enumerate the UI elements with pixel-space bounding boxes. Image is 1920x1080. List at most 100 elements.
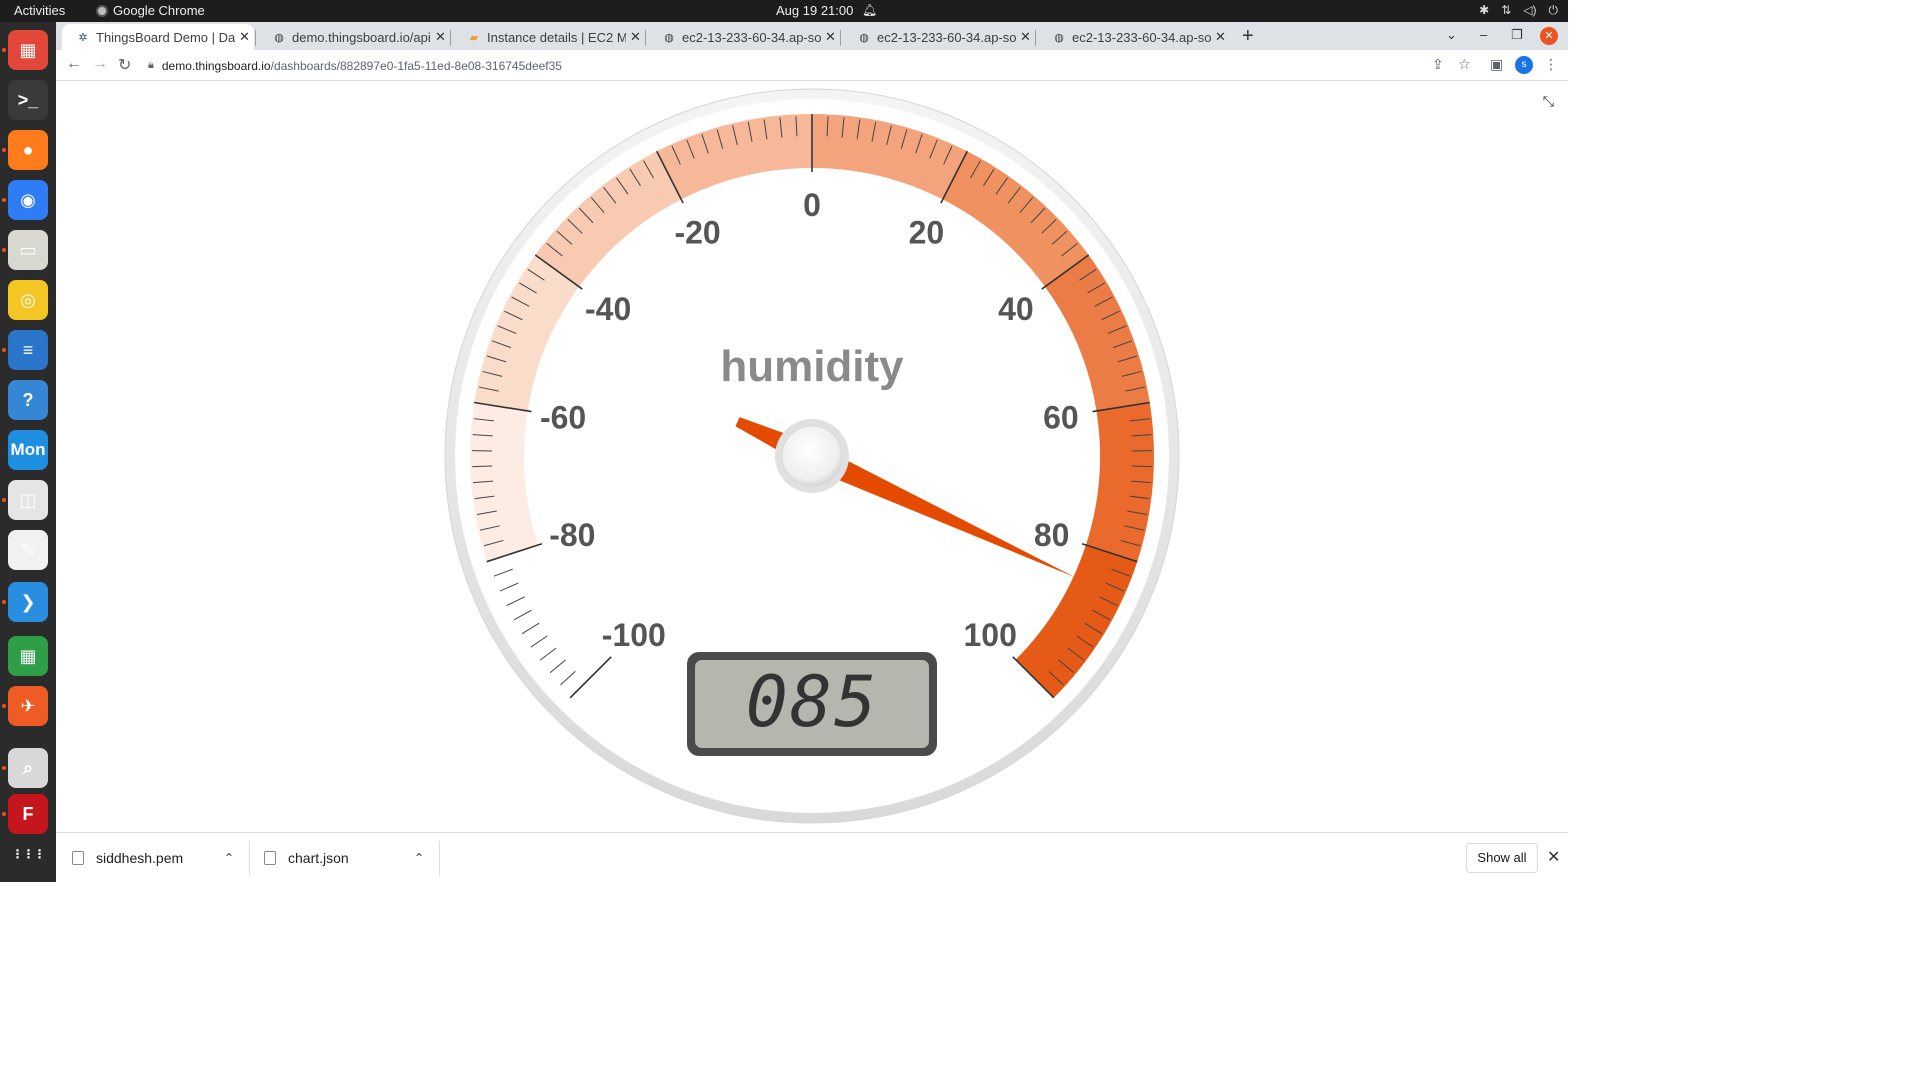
- chrome-icon[interactable]: ◉: [8, 180, 48, 220]
- dock-glyph: ✈: [20, 695, 36, 716]
- dock-glyph: ●: [22, 139, 34, 160]
- browser-tab[interactable]: ◍ ec2-13-233-60-34.ap-south-1✕: [648, 24, 840, 50]
- tab-close-icon[interactable]: ✕: [1211, 29, 1230, 45]
- terminal-icon[interactable]: >_: [8, 80, 48, 120]
- notification-bell-icon: 🔔︎: [862, 3, 878, 17]
- file-icon: [72, 851, 84, 865]
- system-tray[interactable]: ✱ ⇅ ◁) ⏻: [1479, 3, 1558, 18]
- tab-title: ec2-13-233-60-34.ap-south-1: [1072, 29, 1211, 45]
- writer-icon[interactable]: ≡: [8, 330, 48, 370]
- bookmark-star-icon[interactable]: ☆: [1458, 56, 1471, 73]
- running-indicator: [2, 198, 6, 202]
- minimize-icon[interactable]: –: [1480, 27, 1487, 42]
- bluetooth-icon: ✱: [1479, 3, 1490, 17]
- browser-tab[interactable]: ◍ ec2-13-233-60-34.ap-south-1✕: [1038, 24, 1230, 50]
- files-icon[interactable]: ▭: [8, 230, 48, 270]
- dock-glyph: ✎: [20, 539, 36, 560]
- gauge-tick-label: -60: [540, 400, 586, 436]
- search-icon[interactable]: ⌕: [8, 748, 48, 788]
- tab-title: Instance details | EC2 Management Consol…: [487, 29, 626, 45]
- system-top-bar: Activities Google Chrome Aug 19 21:00 🔔︎…: [0, 0, 1568, 22]
- forward-icon[interactable]: →: [92, 55, 108, 73]
- dock-glyph: ≡: [22, 339, 34, 360]
- gauge-tick-label: -40: [585, 291, 631, 327]
- dock-glyph: ◉: [20, 189, 36, 210]
- postman-icon[interactable]: ✈: [8, 686, 48, 726]
- running-indicator: [2, 812, 6, 816]
- url-host: demo.thingsboard.io: [161, 58, 271, 73]
- download-item[interactable]: chart.json ⌃: [264, 833, 428, 883]
- dock-glyph: ⋮⋮⋮: [11, 847, 46, 861]
- globe-icon: ◍: [664, 31, 674, 44]
- gauge-tick-label: 20: [909, 214, 945, 250]
- reload-icon[interactable]: ↻: [118, 55, 131, 75]
- chevron-up-icon[interactable]: ⌃: [224, 851, 234, 865]
- text-editor-icon[interactable]: ✎: [8, 530, 48, 570]
- gauge-hub: [781, 425, 843, 487]
- dock-glyph: ?: [22, 389, 34, 410]
- tab-close-icon[interactable]: ✕: [431, 29, 450, 45]
- gauge-minor-tick: [472, 465, 493, 468]
- tab-strip: ✲ThingsBoard Demo | Dashboards✕◍demo.thi…: [56, 22, 1568, 50]
- gear-icon: ✲: [78, 31, 88, 44]
- address-bar[interactable]: 🔒︎ demo.thingsboard.io/dashboards/882897…: [148, 53, 1428, 78]
- browser-tab[interactable]: ✲ ThingsBoard Demo | Dashboards✕: [62, 24, 254, 50]
- download-filename: chart.json: [288, 850, 349, 866]
- gauge-tick-label: -100: [602, 617, 666, 653]
- clock[interactable]: Aug 19 21:00: [776, 3, 853, 18]
- help-icon[interactable]: ?: [8, 380, 48, 420]
- divider: [249, 841, 250, 875]
- activities-button[interactable]: Activities: [14, 3, 65, 18]
- value-display-text: 085: [746, 661, 878, 743]
- humidity-gauge: -100 -80 -60 -40 -20 0 20 40 60 80 100 humidity 085: [444, 88, 1180, 824]
- filezilla-icon[interactable]: F: [8, 794, 48, 834]
- monitor-icon[interactable]: Mon: [8, 430, 48, 470]
- window-close-icon[interactable]: ✕: [1540, 27, 1558, 45]
- power-icon: ⏻: [1548, 3, 1559, 17]
- tab-title: ThingsBoard Demo | Dashboards: [96, 29, 235, 45]
- network-icon: ⇅: [1501, 3, 1512, 17]
- download-item[interactable]: siddhesh.pem ⌃: [72, 833, 236, 883]
- lock-icon[interactable]: 🔒︎: [148, 59, 154, 72]
- calc-icon[interactable]: ▦: [8, 636, 48, 676]
- divider: [439, 841, 440, 875]
- globe-icon: ◍: [1054, 31, 1064, 44]
- browser-tab[interactable]: ◍ ec2-13-233-60-34.ap-south-1✕: [843, 24, 1035, 50]
- gauge-title: humidity: [720, 342, 904, 391]
- running-indicator: [2, 148, 6, 152]
- running-indicator: [2, 600, 6, 604]
- side-panel-icon[interactable]: ▣: [1490, 56, 1503, 73]
- tab-close-icon[interactable]: ✕: [235, 29, 254, 45]
- chevron-up-icon[interactable]: ⌃: [414, 851, 424, 865]
- dock-glyph: >_: [17, 89, 39, 110]
- close-shelf-icon[interactable]: ✕: [1547, 847, 1560, 867]
- browser-toolbar: ← → ↻ 🔒︎ demo.thingsboard.io/dashboards/…: [56, 50, 1568, 81]
- tab-title: ec2-13-233-60-34.ap-south-1: [682, 29, 821, 45]
- new-tab-button[interactable]: +: [1242, 25, 1254, 48]
- share-icon[interactable]: ⇪: [1432, 56, 1444, 73]
- software-center-icon[interactable]: ▦: [8, 30, 48, 70]
- document-viewer-icon[interactable]: ◫: [8, 480, 48, 520]
- browser-tab[interactable]: ◍ demo.thingsboard.io/api ✕: [258, 24, 450, 50]
- profile-avatar[interactable]: s: [1515, 56, 1533, 74]
- vscode-icon[interactable]: ❯: [8, 582, 48, 622]
- exit-fullscreen-icon[interactable]: ⤡: [1543, 93, 1554, 110]
- running-indicator: [2, 704, 6, 708]
- menu-kebab-icon[interactable]: ⋮: [1544, 56, 1558, 73]
- show-all-button[interactable]: Show all: [1466, 843, 1538, 873]
- globe-icon: ◍: [274, 31, 284, 44]
- tab-search-icon[interactable]: ⌄: [1446, 27, 1457, 43]
- restore-icon[interactable]: ❐: [1511, 27, 1523, 43]
- rhythmbox-icon[interactable]: ◎: [8, 280, 48, 320]
- tab-close-icon[interactable]: ✕: [821, 29, 840, 45]
- tab-separator: [1035, 30, 1036, 46]
- browser-tab[interactable]: ▰ Instance details | EC2 Management Conso…: [453, 24, 645, 50]
- app-menu[interactable]: Google Chrome: [96, 3, 205, 18]
- app-grid-icon[interactable]: ⋮⋮⋮: [8, 834, 48, 874]
- dashboard-content: -100 -80 -60 -40 -20 0 20 40 60 80 100 humidity 085 …: [56, 81, 1568, 832]
- dock-glyph: ❯: [20, 591, 36, 612]
- tab-close-icon[interactable]: ✕: [1016, 29, 1035, 45]
- tab-close-icon[interactable]: ✕: [626, 29, 645, 45]
- firefox-icon[interactable]: ●: [8, 130, 48, 170]
- back-icon[interactable]: ←: [66, 55, 82, 73]
